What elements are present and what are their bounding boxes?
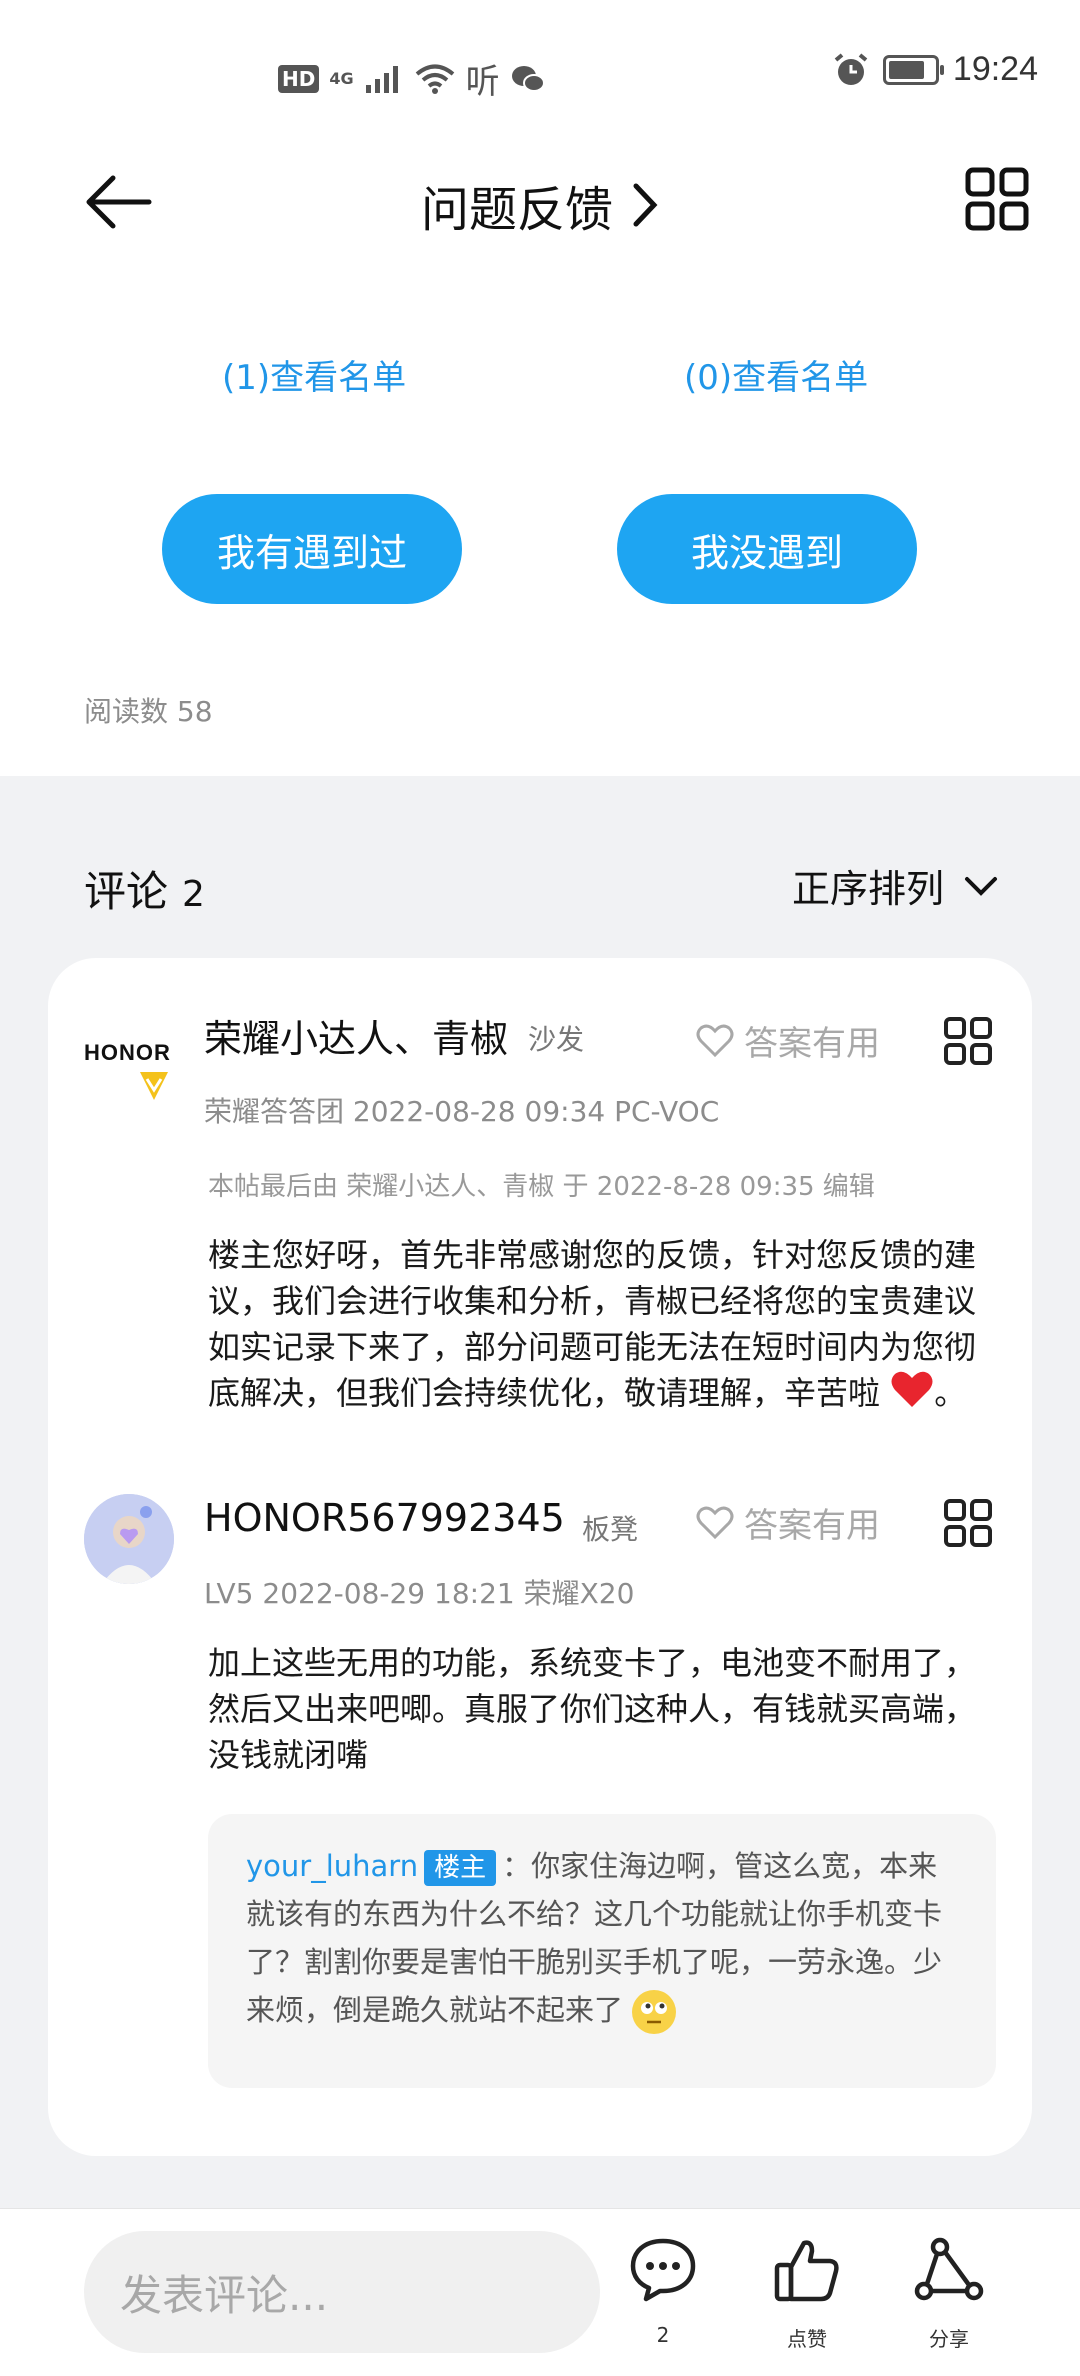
- like-action[interactable]: 点赞: [752, 2235, 862, 2352]
- wechat-icon: [511, 65, 545, 92]
- bottom-bar: 发表评论... 2 点赞 分享: [0, 2208, 1080, 2376]
- honor-logo-text: HONOR: [84, 1040, 171, 1065]
- listen-icon: 听: [465, 62, 500, 102]
- comment-input[interactable]: 发表评论...: [84, 2231, 600, 2353]
- useful-button[interactable]: 答案有用: [696, 1498, 880, 1547]
- sort-label: 正序排列: [791, 867, 944, 911]
- network-type: 4G: [329, 68, 354, 88]
- reply-text-block: your_luharn 楼主 ：你家住海边啊，管这么宽，本来就该有的东西为什么不给？…: [246, 1842, 966, 2034]
- page-title[interactable]: 问题反馈: [0, 170, 1080, 240]
- status-left-icons: HD 4G 听: [278, 54, 546, 103]
- heart-outline-icon: [696, 1506, 734, 1539]
- chevron-down-icon: [965, 876, 997, 896]
- not-met-button[interactable]: 我没遇到: [617, 494, 917, 604]
- share-action[interactable]: 分享: [894, 2235, 1004, 2352]
- comment-body-text: 楼主您好呀，首先非常感谢您的反馈，针对您反馈的建议，我们会进行收集和分析，青椒已…: [208, 1236, 977, 1412]
- more-grid-icon[interactable]: [943, 1498, 993, 1548]
- comment-body: 加上这些无用的功能，系统变卡了，电池变不耐用了，然后又出来吧唧。真服了你们这种人…: [208, 1644, 977, 1774]
- useful-label: 答案有用: [744, 1506, 880, 1546]
- reply-quote: your_luharn 楼主 ：你家住海边啊，管这么宽，本来就该有的东西为什么不给？…: [208, 1814, 996, 2088]
- avatar[interactable]: [84, 1494, 174, 1584]
- heart-outline-icon: [696, 1024, 734, 1057]
- grid-menu-icon[interactable]: [964, 166, 1030, 232]
- comment-count-label: 2: [656, 2323, 670, 2347]
- honor-logo: HONOR: [84, 1040, 176, 1100]
- alarm-icon: [834, 52, 868, 85]
- comment-author[interactable]: 荣耀小达人、青椒: [204, 1008, 508, 1063]
- signal-icon: [365, 65, 398, 93]
- avatar-image: [84, 1494, 174, 1584]
- comment-bubble-icon: [630, 2238, 696, 2302]
- comments-heading: 评论 2: [84, 858, 205, 919]
- met-button[interactable]: 我有遇到过: [162, 494, 462, 604]
- comment-meta: 荣耀答答团 2022-08-28 09:34 PC-VOC: [204, 1095, 720, 1128]
- comments-count: 2: [182, 874, 205, 915]
- red-heart-icon: [891, 1371, 933, 1407]
- title-bar: 问题反馈: [0, 150, 1080, 250]
- sort-dropdown[interactable]: 正序排列: [792, 858, 998, 913]
- comment-body: 楼主您好呀，首先非常感谢您的反馈，针对您反馈的建议，我们会进行收集和分析，青椒已…: [208, 1232, 1000, 1416]
- comment-action[interactable]: 2: [608, 2235, 718, 2347]
- status-bar: HD 4G 听 19:24: [0, 0, 1080, 150]
- edit-note: 本帖最后由 荣耀小达人、青椒 于 2022-8-28 09:35 编辑: [208, 1172, 875, 1202]
- comment-floor-tag: 沙发: [528, 1023, 585, 1056]
- comments-heading-label: 评论: [84, 867, 169, 916]
- like-label: 点赞: [787, 2327, 827, 2351]
- chevron-right-icon: [633, 183, 658, 227]
- dizzy-face-icon: [632, 1990, 677, 2034]
- wifi-icon: [415, 64, 454, 94]
- battery-icon: [882, 54, 944, 85]
- reply-user[interactable]: your_luharn: [246, 1849, 418, 1883]
- status-right-icons: 19:24: [833, 50, 1038, 89]
- comment-floor-tag: 板凳: [582, 1513, 639, 1546]
- status-time: 19:24: [952, 50, 1038, 88]
- hd-badge: HD: [278, 64, 320, 93]
- share-label: 分享: [929, 2327, 969, 2351]
- comment-author[interactable]: HONOR567992345: [204, 1496, 565, 1540]
- comment-meta: LV5 2022-08-29 18:21 荣耀X20: [204, 1577, 635, 1610]
- op-badge: 楼主: [424, 1850, 497, 1886]
- share-icon: [914, 2237, 984, 2301]
- vote-lists: (1)查看名单 (0)查看名单: [0, 350, 1080, 410]
- thumbs-up-icon: [774, 2240, 839, 2302]
- page-title-text: 问题反馈: [420, 182, 613, 238]
- useful-label: 答案有用: [744, 1024, 880, 1064]
- not-met-list-link[interactable]: (0)查看名单: [684, 350, 868, 399]
- honor-v-badge-icon: [140, 1072, 168, 1100]
- comment-body-end: 。: [934, 1374, 967, 1412]
- read-count: 阅读数 58: [84, 695, 213, 728]
- more-grid-icon[interactable]: [943, 1016, 993, 1066]
- useful-button[interactable]: 答案有用: [696, 1016, 880, 1065]
- met-list-link[interactable]: (1)查看名单: [222, 350, 406, 399]
